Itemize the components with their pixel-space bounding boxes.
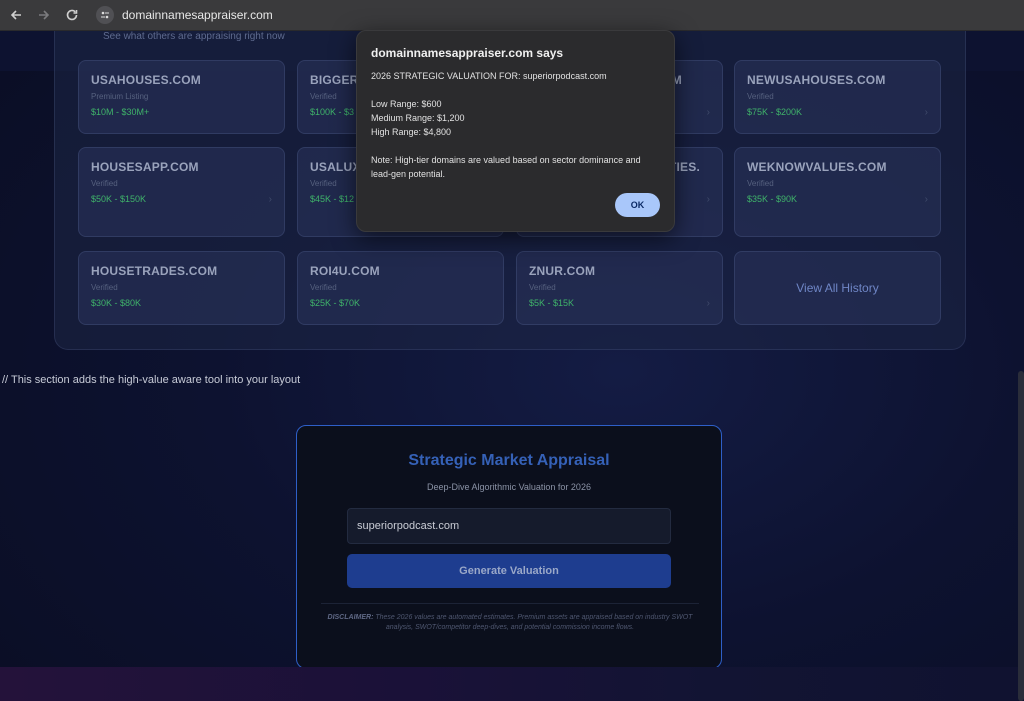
domain-card[interactable]: ZNUR.COM Verified $5K - $15K › [516,251,723,325]
dialog-high-range: High Range: $4,800 [371,127,452,137]
chevron-right-icon: › [924,107,928,118]
reload-icon[interactable] [60,3,84,27]
forward-arrow-icon[interactable] [32,3,56,27]
domain-card[interactable]: USAHOUSES.COM Premium Listing $10M - $30… [78,60,285,134]
url-text: domainnamesappraiser.com [122,8,273,22]
card-domain-name: USAHOUSES.COM [91,73,201,87]
disclaimer-text: These 2026 values are automated estimate… [375,614,693,631]
domain-input[interactable] [347,508,671,544]
card-domain-name: WEKNOWVALUES.COM [747,160,887,174]
card-value-range: $35K - $90K [747,194,798,204]
dialog-valuation-line: 2026 STRATEGIC VALUATION FOR: superiorpo… [371,71,607,81]
dialog-title: domainnamesappraiser.com says [371,46,564,60]
card-tag: Verified [310,283,337,292]
site-settings-icon[interactable] [96,6,114,24]
domain-card[interactable]: NEWUSAHOUSES.COM Verified $75K - $200K › [734,60,941,134]
chevron-right-icon: › [706,298,710,309]
disclaimer-label: DISCLAIMER: [327,614,374,621]
dialog-medium-range: Medium Range: $1,200 [371,113,465,123]
card-domain-name: HOUSETRADES.COM [91,264,218,278]
code-comment-text: // This section adds the high-value awar… [2,374,301,386]
chevron-right-icon: › [924,194,928,205]
card-value-range: $30K - $80K [91,298,142,308]
browser-toolbar: domainnamesappraiser.com [0,0,1024,31]
card-value-range: $25K - $70K [310,298,361,308]
domain-card[interactable]: HOUSESAPP.COM Verified $50K - $150K › [78,147,285,237]
card-tag: Verified [91,283,118,292]
card-domain-name: NEWUSAHOUSES.COM [747,73,886,87]
card-value-range: $10M - $30M+ [91,107,150,117]
divider [321,603,699,604]
card-tag: Premium Listing [91,92,149,101]
recent-subtitle: See what others are appraising right now [103,31,285,42]
domain-card[interactable]: ROI4U.COM Verified $25K - $70K [297,251,504,325]
domain-card[interactable]: WEKNOWVALUES.COM Verified $35K - $90K › [734,147,941,237]
appraisal-subtitle: Deep-Dive Algorithmic Valuation for 2026 [427,482,591,492]
card-domain-name: ZNUR.COM [529,264,596,278]
card-tag: Verified [91,179,118,188]
view-all-history-button[interactable]: View All History [734,251,941,325]
disclaimer: DISCLAIMER: These 2026 values are automa… [327,613,693,633]
ok-button[interactable]: OK [615,193,660,217]
card-tag: Verified [529,283,556,292]
view-all-label: View All History [796,281,879,295]
appraisal-title: Strategic Market Appraisal [408,452,610,469]
chevron-right-icon: › [268,194,272,205]
address-bar[interactable]: domainnamesappraiser.com [92,3,281,27]
back-arrow-icon[interactable] [4,3,28,27]
dialog-message: 2026 STRATEGIC VALUATION FOR: superiorpo… [371,69,663,181]
card-tag: Verified [747,92,774,101]
dialog-low-range: Low Range: $600 [371,99,442,109]
chevron-right-icon: › [706,194,710,205]
alert-dialog: domainnamesappraiser.com says 2026 STRAT… [356,30,675,232]
card-tag: Verified [747,179,774,188]
domain-card[interactable]: HOUSETRADES.COM Verified $30K - $80K [78,251,285,325]
card-value-range: $75K - $200K [747,107,803,117]
card-domain-name: HOUSESAPP.COM [91,160,199,174]
card-value-range: $50K - $150K [91,194,147,204]
page-scrollbar[interactable] [1018,371,1024,701]
dialog-note: Note: High-tier domains are valued based… [371,155,641,179]
card-domain-name: ROI4U.COM [310,264,380,278]
chevron-right-icon: › [706,107,710,118]
generate-valuation-button[interactable]: Generate Valuation [347,554,671,588]
appraisal-tool: Strategic Market Appraisal Deep-Dive Alg… [296,425,722,669]
card-value-range: $5K - $15K [529,298,575,308]
